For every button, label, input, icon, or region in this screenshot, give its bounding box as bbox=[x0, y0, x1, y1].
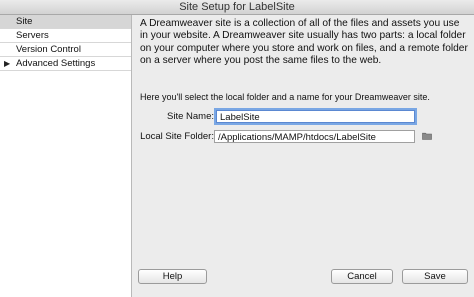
expand-arrow-icon[interactable]: ▶ bbox=[4, 57, 10, 70]
window-title: Site Setup for LabelSite bbox=[0, 0, 474, 15]
sidebar-item-label: Site bbox=[16, 16, 33, 27]
local-site-folder-field[interactable]: /Applications/MAMP/htdocs/LabelSite bbox=[214, 130, 415, 143]
sidebar-item-advanced-settings[interactable]: ▶ Advanced Settings bbox=[0, 57, 131, 71]
site-setup-dialog: Site Setup for LabelSite Site Servers Ve… bbox=[0, 0, 474, 297]
main-panel: A Dreamweaver site is a collection of al… bbox=[132, 15, 474, 297]
cancel-button[interactable]: Cancel bbox=[331, 269, 393, 284]
sidebar-item-label: Advanced Settings bbox=[16, 58, 96, 69]
help-button[interactable]: Help bbox=[138, 269, 207, 284]
sidebar-item-label: Version Control bbox=[16, 44, 81, 55]
folder-icon[interactable] bbox=[422, 132, 432, 140]
sidebar-item-servers[interactable]: Servers bbox=[0, 29, 131, 43]
intro-text: A Dreamweaver site is a collection of al… bbox=[140, 18, 468, 67]
site-name-field[interactable]: LabelSite bbox=[216, 110, 415, 123]
site-name-label: Site Name: bbox=[167, 111, 214, 122]
sidebar: Site Servers Version Control ▶ Advanced … bbox=[0, 15, 132, 297]
save-button[interactable]: Save bbox=[402, 269, 468, 284]
sidebar-item-site[interactable]: Site bbox=[0, 15, 131, 29]
sidebar-item-label: Servers bbox=[16, 30, 49, 41]
prompt-text: Here you'll select the local folder and … bbox=[140, 92, 430, 102]
sidebar-item-version-control[interactable]: Version Control bbox=[0, 43, 131, 57]
local-site-folder-label: Local Site Folder: bbox=[140, 131, 214, 142]
